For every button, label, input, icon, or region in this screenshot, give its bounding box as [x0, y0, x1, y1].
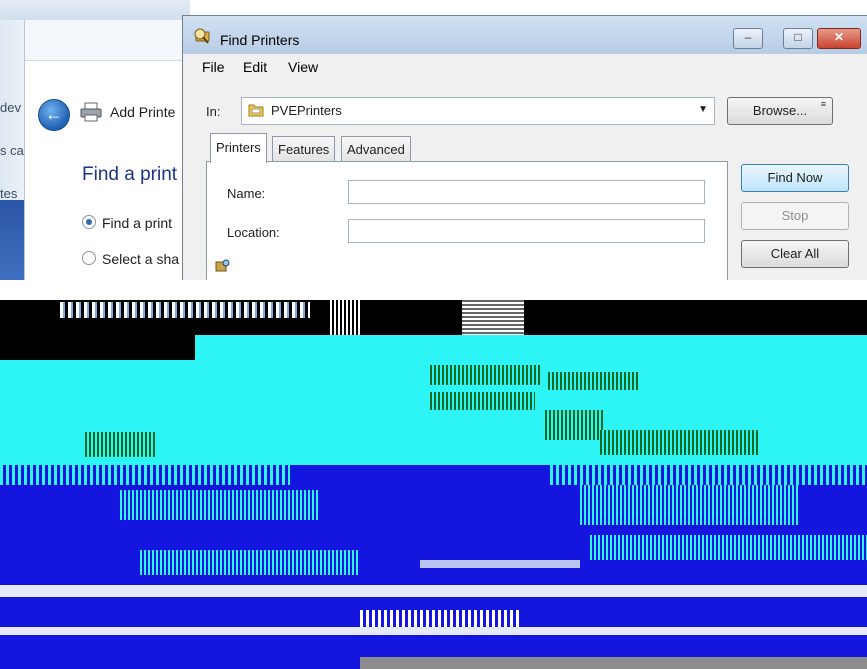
maximize-button[interactable]: □: [783, 28, 813, 49]
menu-file[interactable]: File: [202, 59, 225, 75]
glitch-band: [548, 372, 638, 390]
option-label: Select a sha: [102, 251, 180, 267]
glitch-band: [360, 657, 867, 669]
find-now-button[interactable]: Find Now: [741, 164, 849, 192]
menu-edit[interactable]: Edit: [243, 59, 267, 75]
glitch-band: [85, 432, 155, 457]
glitch-band: [420, 560, 580, 568]
browse-button-label: Browse...: [752, 103, 808, 118]
glitch-band: [140, 550, 360, 575]
tab-label: Features: [278, 142, 330, 157]
glitch-band: [590, 535, 867, 560]
printer-icon: [80, 102, 102, 122]
menu-bar: File Edit View: [183, 54, 867, 78]
glitch-band: [545, 410, 605, 440]
glitch-band: [120, 490, 320, 520]
name-label: Name:: [227, 186, 266, 201]
tab-printers[interactable]: Printers: [210, 133, 267, 163]
back-arrow-icon: ←: [45, 104, 63, 124]
edge-text: dev: [0, 100, 21, 115]
close-icon: ✕: [833, 30, 845, 44]
stop-label: Stop: [781, 208, 809, 223]
close-button[interactable]: ✕: [817, 28, 861, 49]
clear-all-label: Clear All: [770, 246, 820, 261]
glitch-band: [0, 465, 290, 485]
glitch-band: [60, 302, 310, 318]
title-bar: Find Printers – □ ✕: [183, 16, 867, 54]
corrupted-screen-region: [0, 280, 867, 669]
glitch-band: [550, 465, 867, 485]
wizard-title: Add Printe: [110, 104, 176, 120]
browse-button[interactable]: Browse... ≡: [727, 97, 833, 125]
tab-label: Printers: [216, 140, 261, 155]
option-label: Find a print: [102, 215, 173, 231]
find-printers-dialog: Find Printers – □ ✕ File Edit View In: P…: [182, 15, 867, 302]
glitch-band: [0, 627, 867, 635]
option-select-shared[interactable]: Select a sha: [82, 251, 179, 267]
radio-icon: [82, 251, 96, 265]
find-printers-icon: [194, 28, 210, 44]
tab-features[interactable]: Features: [272, 136, 336, 162]
maximize-icon: □: [794, 30, 802, 44]
dialog-title: Find Printers: [220, 32, 300, 48]
location-field[interactable]: [348, 219, 705, 243]
tab-label: Advanced: [347, 142, 405, 157]
radio-selected-icon: [82, 215, 96, 229]
clear-all-button[interactable]: Clear All: [741, 240, 849, 268]
folder-icon: [248, 104, 264, 117]
location-label: Location:: [227, 225, 280, 240]
minimize-icon: –: [744, 30, 752, 44]
menu-view[interactable]: View: [288, 59, 318, 75]
sidebar-accent: [0, 200, 24, 280]
edge-text: s ca: [0, 143, 24, 158]
stop-button[interactable]: Stop: [741, 202, 849, 230]
window-top-strip: [0, 0, 190, 20]
location-value: PVEPrinters: [271, 103, 342, 118]
glitch-band: [600, 430, 760, 455]
find-now-label: Find Now: [767, 170, 823, 185]
back-button[interactable]: ←: [38, 99, 70, 131]
glitch-band: [0, 280, 867, 300]
name-field[interactable]: [348, 180, 705, 204]
option-find-printer[interactable]: Find a print: [82, 215, 172, 231]
glitch-band: [0, 585, 867, 597]
minimize-button[interactable]: –: [733, 28, 763, 49]
wizard-heading: Find a print: [82, 164, 178, 185]
edge-text: tes: [0, 186, 18, 201]
search-animation-icon: [215, 259, 230, 272]
chevron-down-icon: ▼: [698, 104, 708, 115]
glitch-band: [580, 485, 800, 525]
glitch-band: [430, 392, 535, 410]
grip-icon: ≡: [820, 99, 826, 109]
glitch-band: [430, 365, 540, 385]
glitch-band: [195, 335, 867, 360]
tab-advanced[interactable]: Advanced: [341, 136, 411, 162]
location-dropdown[interactable]: PVEPrinters ▼: [241, 97, 715, 125]
in-label: In:: [206, 104, 221, 119]
